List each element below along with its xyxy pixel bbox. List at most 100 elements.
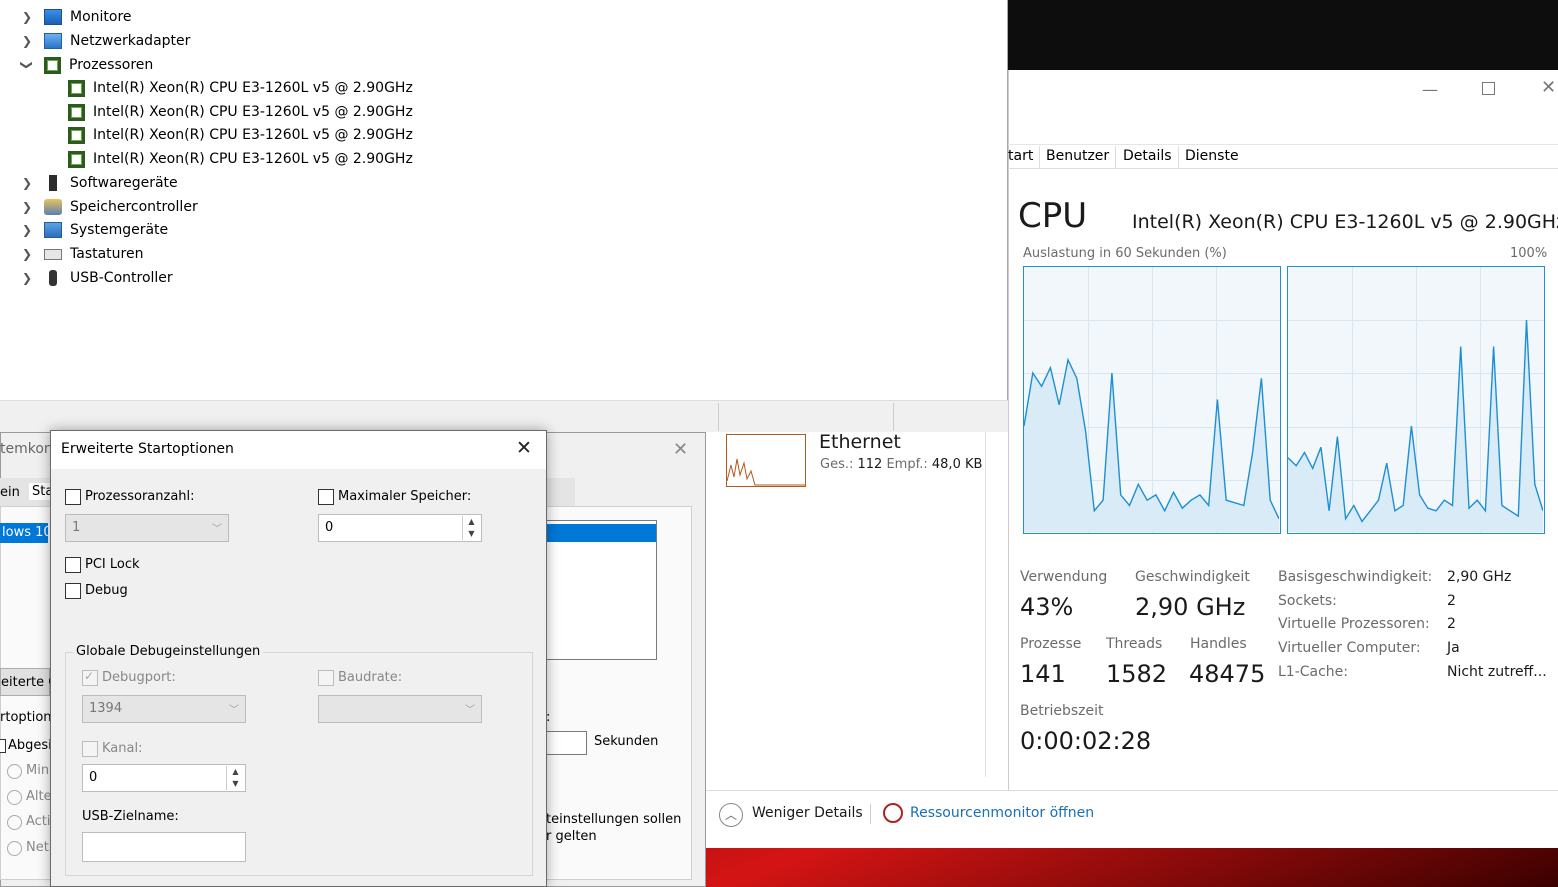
ethernet-title[interactable]: Ethernet [819, 431, 901, 453]
pci-lock-checkbox[interactable] [65, 557, 81, 573]
tree-item-label: Prozessoren [69, 57, 154, 73]
close-icon[interactable]: ✕ [1541, 77, 1556, 98]
window-title: temkon [0, 441, 53, 457]
tree-item-speichercontroller[interactable]: ❯ Speichercontroller [20, 196, 198, 218]
tab-divider-top [1008, 144, 1558, 145]
channel-label: Kanal: [102, 741, 143, 756]
radio-label: Alte [26, 789, 52, 804]
processor-count-select[interactable]: 1 ﹀ [65, 514, 229, 542]
tab-partial[interactable]: ein [0, 485, 20, 500]
spin-down-icon[interactable]: ▼ [462, 528, 480, 540]
chevron-right-icon[interactable]: ❯ [20, 200, 34, 214]
tree-item-tastaturen[interactable]: ❯ Tastaturen [20, 243, 144, 265]
status-bar [0, 400, 1008, 432]
chevron-down-icon: ﹀ [212, 524, 222, 535]
chevron-right-icon[interactable]: ❯ [20, 247, 34, 261]
max-memory-spinner[interactable]: 0 ▲ ▼ [318, 514, 482, 542]
radio-network[interactable] [7, 841, 22, 856]
safe-boot-checkbox[interactable] [0, 739, 6, 753]
checkmark-icon: ✓ [84, 669, 95, 683]
channel-checkbox[interactable] [82, 741, 98, 757]
minimize-icon[interactable]: — [1422, 80, 1438, 99]
timeout-input[interactable] [546, 731, 587, 755]
processor-icon [68, 126, 85, 144]
processor-count-value: 1 [72, 520, 81, 535]
tree-item-prozessoren[interactable]: ❯ Prozessoren [20, 54, 153, 76]
radio-active-directory[interactable] [7, 815, 22, 830]
chevron-right-icon[interactable]: ❯ [20, 34, 34, 48]
chevron-right-icon[interactable]: ❯ [20, 10, 34, 24]
handles-label: Handles [1190, 636, 1247, 652]
channel-spinner[interactable]: 0 ▲ ▼ [82, 764, 246, 792]
baudrate-select[interactable]: ﹀ [318, 695, 482, 723]
processor-label: Intel(R) Xeon(R) CPU E3-1260L v5 @ 2.90G… [93, 80, 413, 96]
processor-item[interactable]: Intel(R) Xeon(R) CPU E3-1260L v5 @ 2.90G… [58, 124, 413, 146]
spec-value: Nicht zutreff... [1447, 664, 1547, 680]
ethernet-stats: Ges.: 112 Empf.: 48,0 KB [820, 457, 982, 472]
ethernet-mini-graph [727, 458, 805, 486]
usb-target-input[interactable] [82, 832, 246, 862]
spec-key: Virtuelle Prozessoren: [1278, 616, 1430, 632]
processor-icon [44, 56, 61, 74]
spin-up-icon[interactable]: ▲ [226, 766, 244, 778]
radio-label: Mini [26, 763, 53, 778]
tab-services[interactable]: Dienste [1179, 146, 1245, 168]
chevron-up-icon[interactable]: ︿ [719, 803, 743, 827]
tree-item-usb-controller[interactable]: ❯ USB-Controller [20, 267, 173, 289]
tree-item-systemgeraete[interactable]: ❯ Systemgeräte [20, 219, 168, 241]
tab-users[interactable]: Benutzer [1040, 146, 1117, 168]
processor-icon [68, 150, 85, 168]
radio-label: Acti [26, 814, 51, 829]
sent-value: 112 [857, 457, 883, 472]
debug-checkbox[interactable] [65, 583, 81, 599]
fewer-details-link[interactable]: Weniger Details [752, 805, 863, 821]
tree-item-netzwerkadapter[interactable]: ❯ Netzwerkadapter [20, 30, 190, 52]
processor-item[interactable]: Intel(R) Xeon(R) CPU E3-1260L v5 @ 2.90G… [58, 148, 413, 170]
tree-item-monitore[interactable]: ❯ Monitore [20, 6, 132, 28]
page-title: CPU [1018, 196, 1088, 236]
ethernet-thumbnail[interactable] [726, 434, 806, 487]
radio-minimal[interactable] [7, 764, 22, 779]
chevron-down-icon: ﹀ [229, 705, 239, 716]
spec-value: 2 [1447, 593, 1456, 609]
spin-down-icon[interactable]: ▼ [226, 778, 244, 790]
tab-details[interactable]: Details [1117, 146, 1179, 168]
close-icon[interactable]: ✕ [516, 437, 532, 459]
spin-up-icon[interactable]: ▲ [462, 516, 480, 528]
tree-item-softwaregeraete[interactable]: ❯ Softwaregeräte [20, 172, 178, 194]
maximize-icon[interactable] [1482, 82, 1495, 95]
max-memory-checkbox[interactable] [318, 489, 334, 505]
monitor-icon [44, 9, 62, 25]
processor-icon [68, 79, 85, 97]
timeout-unit: Sekunden [594, 734, 659, 749]
chevron-right-icon[interactable]: ❯ [20, 176, 34, 190]
processor-label: Intel(R) Xeon(R) CPU E3-1260L v5 @ 2.90G… [93, 151, 413, 167]
resource-monitor-link[interactable]: Ressourcenmonitor öffnen [910, 805, 1094, 821]
tab-autostart[interactable]: tart [1002, 146, 1041, 168]
debugport-checkbox[interactable]: ✓ [82, 669, 98, 686]
close-icon[interactable]: ✕ [673, 439, 688, 460]
chevron-right-icon[interactable]: ❯ [20, 271, 34, 285]
processor-item[interactable]: Intel(R) Xeon(R) CPU E3-1260L v5 @ 2.90G… [58, 77, 413, 99]
spec-value: Ja [1447, 640, 1460, 656]
usb-target-label: USB-Zielname: [82, 809, 179, 824]
processor-count-checkbox[interactable] [65, 489, 81, 505]
processor-item[interactable]: Intel(R) Xeon(R) CPU E3-1260L v5 @ 2.90G… [58, 101, 413, 123]
cpu-graph-svg [1288, 319, 1543, 532]
cpu-usage-area [1288, 320, 1543, 532]
storage-controller-icon [44, 199, 62, 215]
spec-value: 2,90 GHz [1447, 569, 1512, 585]
persist-note-line2: r gelten [546, 829, 597, 844]
debugport-label: Debugport: [102, 670, 176, 685]
radio-alternate-shell[interactable] [7, 790, 22, 805]
chevron-right-icon[interactable]: ❯ [20, 223, 34, 237]
chevron-down-icon[interactable]: ❯ [20, 58, 34, 72]
debugport-select[interactable]: 1394 ﹀ [82, 695, 246, 723]
boot-entry-selected[interactable]: lows 10 [0, 523, 52, 543]
cpu-graph-core-1 [1287, 266, 1545, 534]
safe-boot-label: Abgesi [8, 738, 52, 753]
processor-count-label: Prozessoranzahl: [85, 489, 195, 504]
advanced-options-button[interactable]: eiterte C [0, 668, 57, 696]
usage-label: Verwendung [1020, 569, 1108, 585]
baudrate-checkbox[interactable] [318, 670, 334, 686]
